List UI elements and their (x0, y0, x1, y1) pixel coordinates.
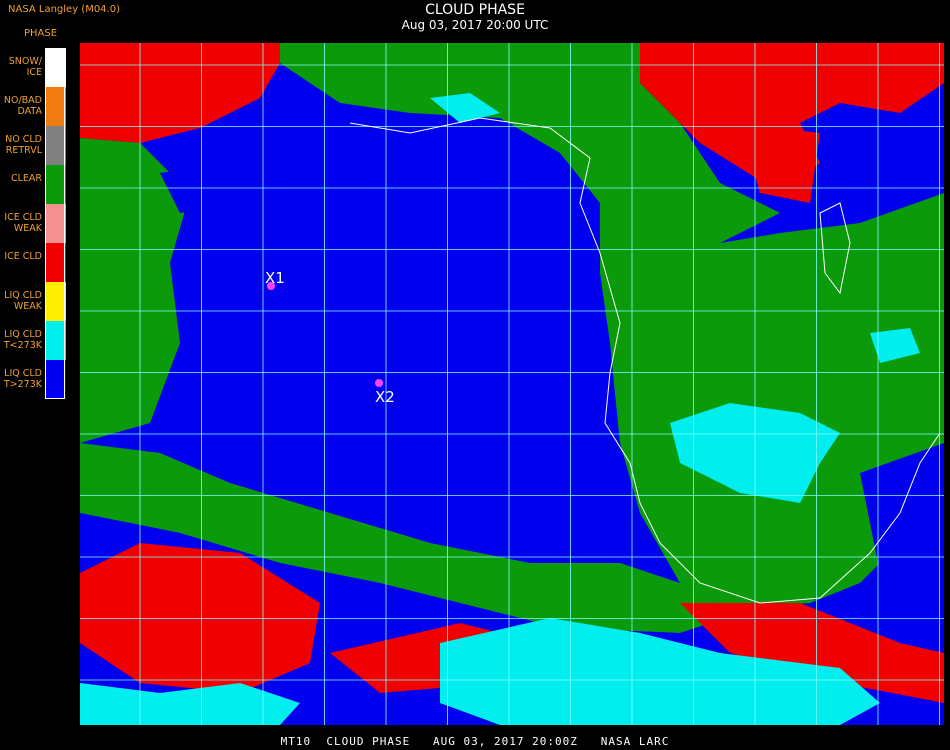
legend-item: NO/BAD DATA (0, 87, 66, 126)
legend-item-label: SNOW/ ICE (8, 56, 42, 78)
legend-item: SNOW/ ICE (0, 48, 66, 87)
page-title: CLOUD PHASE (425, 2, 525, 18)
legend-item-label: ICE CLD (4, 251, 42, 262)
legend-swatch (46, 360, 66, 399)
legend-swatch (46, 126, 66, 165)
legend-item: ICE CLD WEAK (0, 204, 66, 243)
legend-swatch (46, 243, 66, 282)
legend-item: LIQ CLD WEAK (0, 282, 66, 321)
legend-swatch (46, 48, 66, 87)
marker-x1-label: X1 (265, 269, 285, 287)
marker-x2-dot[interactable] (375, 379, 383, 387)
page-subtitle: Aug 03, 2017 20:00 UTC (401, 18, 549, 32)
legend-item-label: CLEAR (10, 173, 42, 184)
legend-item-label: NO/BAD DATA (3, 95, 42, 117)
legend-item-label: LIQ CLD T>273K (3, 368, 42, 390)
legend-item-label: LIQ CLD WEAK (4, 290, 42, 312)
legend-item: NO CLD RETRVL (0, 126, 66, 165)
legend-swatch (46, 204, 66, 243)
marker-x2-label: X2 (375, 388, 395, 406)
legend-item-label: ICE CLD WEAK (4, 212, 42, 234)
legend-item-label: LIQ CLD T<273K (3, 329, 42, 351)
legend-swatch (46, 282, 66, 321)
legend-swatch (46, 165, 66, 204)
legend-swatch (46, 87, 66, 126)
legend-item: ICE CLD (0, 243, 66, 282)
legend-item: LIQ CLD T<273K (0, 321, 66, 360)
legend-item-label: NO CLD RETRVL (5, 134, 42, 156)
legend-swatch (46, 321, 66, 360)
legend-item: CLEAR (0, 165, 66, 204)
color-legend: SNOW/ ICE NO/BAD DATA NO CLD RETRVL CLEAR IC… (0, 48, 66, 399)
legend-item: LIQ CLD T>273K (0, 360, 66, 399)
footer-caption: MT10 CLOUD PHASE AUG 03, 2017 20:00Z NAS… (280, 735, 670, 748)
cloud-phase-map[interactable]: X1 X2 (80, 43, 944, 725)
